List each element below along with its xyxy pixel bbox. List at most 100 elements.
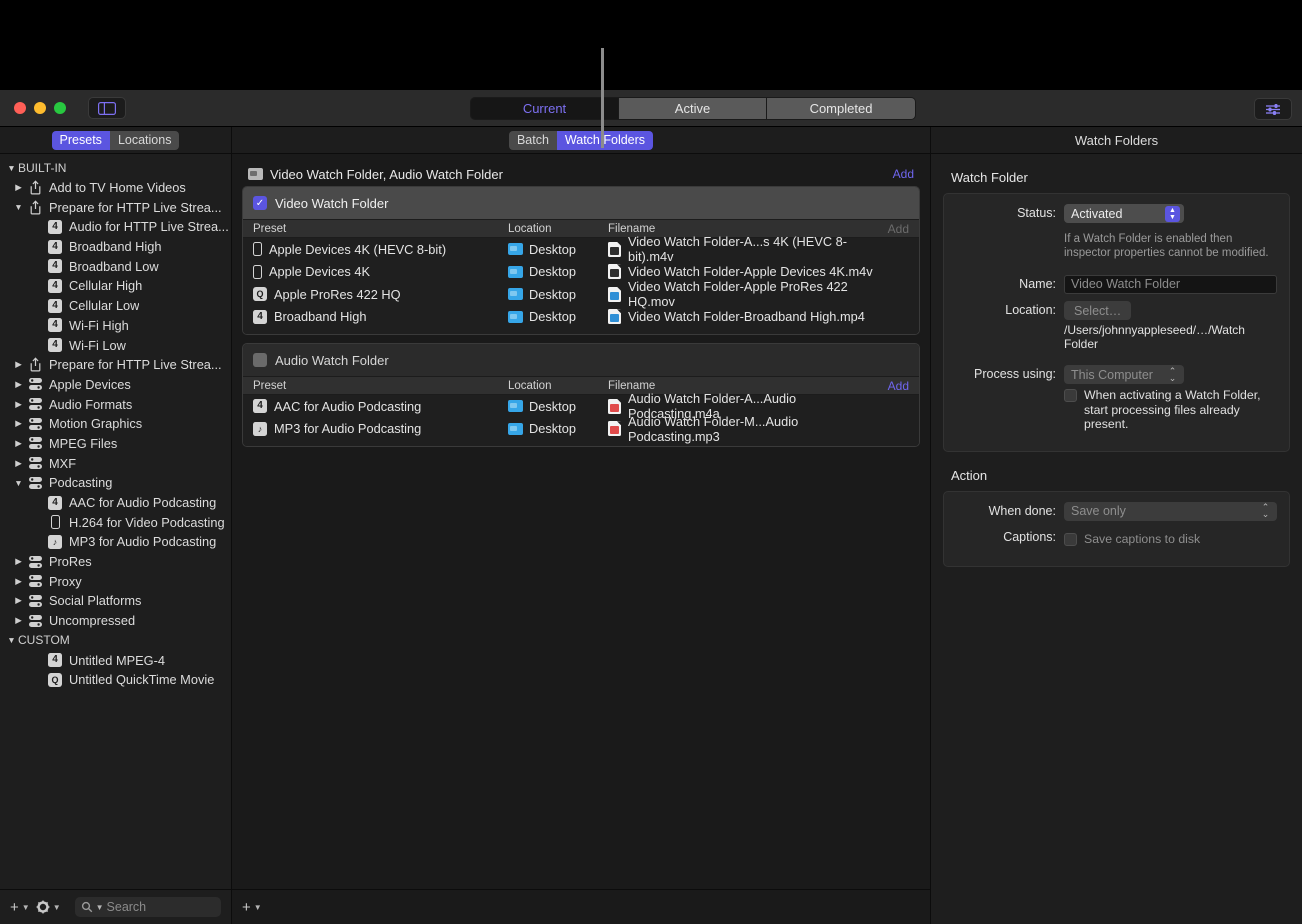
sidebar-item-podcasting[interactable]: ▼Podcasting	[0, 473, 231, 493]
location-select-button[interactable]: Select…	[1064, 301, 1131, 320]
sidebar-item-proxy[interactable]: ▶Proxy	[0, 571, 231, 591]
column-header-filename[interactable]: Filename	[608, 380, 875, 392]
watch-folder-enable-checkbox[interactable]	[253, 353, 267, 367]
start-processing-row[interactable]: When activating a Watch Folder, start pr…	[1064, 388, 1277, 432]
preset-add-link[interactable]: Add	[888, 222, 909, 236]
disclosure-triangle-icon[interactable]: ▼	[5, 635, 18, 645]
search-input[interactable]: ▼ Search	[75, 897, 221, 917]
sidebar-item-mpeg-files[interactable]: ▶MPEG Files	[0, 434, 231, 454]
batch-watchfolders-segmented-control[interactable]: Batch Watch Folders	[509, 131, 653, 150]
add-preset-button[interactable]: + ▼	[10, 899, 30, 916]
sidebar-item-label: Motion Graphics	[45, 416, 142, 431]
sidebar-item-prepare-for-http-live-strea[interactable]: ▶Prepare for HTTP Live Strea...	[0, 355, 231, 375]
compressor-window: Current Active Completed	[0, 90, 1302, 924]
settings-stack-icon	[28, 397, 43, 411]
process-using-popup-button[interactable]: This Computer ⌃⌄	[1064, 365, 1184, 384]
disclosure-triangle-icon[interactable]: ▶	[12, 418, 25, 429]
watch-folder-enable-checkbox[interactable]: ✓	[253, 196, 267, 210]
disclosure-triangle-icon[interactable]: ▶	[12, 182, 25, 193]
preset-row[interactable]: Apple Devices 4K (HEVC 8-bit)DesktopVide…	[243, 238, 919, 261]
inspector-toggle-button[interactable]	[1254, 98, 1292, 120]
sidebar-item-wi-fi-high[interactable]: ▶4Wi-Fi High	[0, 316, 231, 336]
column-header-preset[interactable]: Preset	[243, 380, 508, 392]
disclosure-triangle-icon[interactable]: ▶	[12, 359, 25, 370]
sidebar-item-cellular-high[interactable]: ▶4Cellular High	[0, 276, 231, 296]
sidebar-item-social-platforms[interactable]: ▶Social Platforms	[0, 591, 231, 611]
column-header-location[interactable]: Location	[508, 223, 608, 235]
disclosure-triangle-icon[interactable]: ▶	[12, 576, 25, 587]
sidebar-item-broadband-low[interactable]: ▶4Broadband Low	[0, 256, 231, 276]
sidebar-item-broadband-high[interactable]: ▶4Broadband High	[0, 237, 231, 257]
column-header-location[interactable]: Location	[508, 380, 608, 392]
sidebar-item-motion-graphics[interactable]: ▶ Motion Graphics	[0, 414, 231, 434]
sidebar-item-cellular-low[interactable]: ▶4Cellular Low	[0, 296, 231, 316]
segment-presets[interactable]: Presets	[52, 131, 110, 150]
sidebar-item-add-to-tv-home-videos[interactable]: ▶Add to TV Home Videos	[0, 178, 231, 198]
disclosure-triangle-icon[interactable]: ▶	[12, 556, 25, 567]
preset-row[interactable]: 4Broadband HighDesktopVideo Watch Folder…	[243, 306, 919, 329]
preset-add-link[interactable]: Add	[888, 379, 909, 393]
presets-tree[interactable]: ▼BUILT-IN▶Add to TV Home Videos▼Prepare …	[0, 154, 231, 889]
sidebar-item-untitled-quicktime-movie[interactable]: ▶QUntitled QuickTime Movie	[0, 670, 231, 690]
sidebar-item-prepare-for-http-live-strea[interactable]: ▼Prepare for HTTP Live Strea...	[0, 197, 231, 217]
disclosure-triangle-icon[interactable]: ▼	[12, 202, 25, 212]
save-captions-row[interactable]: Save captions to disk	[1064, 532, 1277, 547]
minimize-button[interactable]	[34, 102, 46, 114]
disclosure-triangle-icon: ▶	[32, 280, 45, 291]
preset-row[interactable]: QApple ProRes 422 HQDesktopVideo Watch F…	[243, 283, 919, 306]
sidebar-item-audio-formats[interactable]: ▶Audio Formats	[0, 394, 231, 414]
disclosure-triangle-icon[interactable]: ▶	[12, 438, 25, 449]
inspector-header-pane: Watch Folders	[931, 127, 1302, 154]
mpeg4-icon: 4	[48, 240, 62, 254]
sidebar-item-aac-for-audio-podcasting[interactable]: ▶4AAC for Audio Podcasting	[0, 493, 231, 513]
preset-row[interactable]: ♪MP3 for Audio PodcastingDesktopAudio Wa…	[243, 418, 919, 441]
zoom-button[interactable]	[54, 102, 66, 114]
batch-add-link[interactable]: Add	[893, 167, 914, 181]
captions-row: Captions: Save captions to disk	[956, 528, 1277, 547]
share-icon	[29, 357, 42, 372]
disclosure-triangle-icon[interactable]: ▶	[12, 595, 25, 606]
presets-locations-segmented-control[interactable]: Presets Locations	[52, 131, 180, 150]
sidebar-item-uncompressed[interactable]: ▶Uncompressed	[0, 611, 231, 631]
sidebar-group-custom[interactable]: ▼CUSTOM	[0, 631, 231, 651]
disclosure-triangle-icon[interactable]: ▶	[12, 615, 25, 626]
sidebar-item-apple-devices[interactable]: ▶Apple Devices	[0, 375, 231, 395]
segment-active[interactable]: Active	[619, 98, 767, 119]
segment-completed[interactable]: Completed	[767, 98, 915, 119]
name-field-row: Name: Video Watch Folder	[956, 275, 1277, 294]
status-popup-button[interactable]: Activated ▲▼	[1064, 204, 1184, 223]
status-segmented-control[interactable]: Current Active Completed	[470, 97, 916, 120]
add-watch-folder-button[interactable]: + ▼	[242, 899, 262, 916]
sidebar-toggle-button[interactable]	[88, 97, 126, 119]
column-header-preset[interactable]: Preset	[243, 223, 508, 235]
when-done-popup-button[interactable]: Save only ⌃⌄	[1064, 502, 1277, 521]
save-captions-checkbox[interactable]	[1064, 533, 1077, 546]
close-button[interactable]	[14, 102, 26, 114]
sidebar-item-mxf[interactable]: ▶MXF	[0, 453, 231, 473]
column-header-filename[interactable]: Filename	[608, 223, 875, 235]
chevron-updown-icon: ▲▼	[1165, 206, 1180, 222]
output-filename: Video Watch Folder-Apple Devices 4K.m4v	[628, 264, 873, 279]
disclosure-triangle-icon[interactable]: ▼	[12, 478, 25, 488]
sidebar-item-wi-fi-low[interactable]: ▶4Wi-Fi Low	[0, 335, 231, 355]
disclosure-triangle-icon[interactable]: ▼	[5, 163, 18, 173]
disclosure-triangle-icon[interactable]: ▶	[12, 458, 25, 469]
disclosure-triangle-icon[interactable]: ▶	[12, 399, 25, 410]
segment-current[interactable]: Current	[471, 98, 619, 119]
sidebar-item-h-264-for-video-podcasting[interactable]: ▶H.264 for Video Podcasting	[0, 512, 231, 532]
watch-folder-header[interactable]: ✓Video Watch Folder	[243, 187, 919, 219]
sidebar-group-built-in[interactable]: ▼BUILT-IN	[0, 158, 231, 178]
start-processing-checkbox[interactable]	[1064, 389, 1077, 402]
segment-watch-folders[interactable]: Watch Folders	[557, 131, 653, 150]
preset-actions-button[interactable]: ▼	[36, 900, 61, 914]
name-input[interactable]: Video Watch Folder	[1064, 275, 1277, 294]
sidebar-item-untitled-mpeg-4[interactable]: ▶4Untitled MPEG-4	[0, 650, 231, 670]
segment-batch[interactable]: Batch	[509, 131, 557, 150]
sidebar-item-prores[interactable]: ▶ProRes	[0, 552, 231, 572]
sidebar-item-mp3-for-audio-podcasting[interactable]: ▶♪MP3 for Audio Podcasting	[0, 532, 231, 552]
settings-stack-icon	[28, 555, 43, 569]
sidebar-item-audio-for-http-live-strea[interactable]: ▶4Audio for HTTP Live Strea...	[0, 217, 231, 237]
disclosure-triangle-icon[interactable]: ▶	[12, 379, 25, 390]
segment-locations[interactable]: Locations	[110, 131, 180, 150]
watch-folder-header[interactable]: Audio Watch Folder	[243, 344, 919, 376]
